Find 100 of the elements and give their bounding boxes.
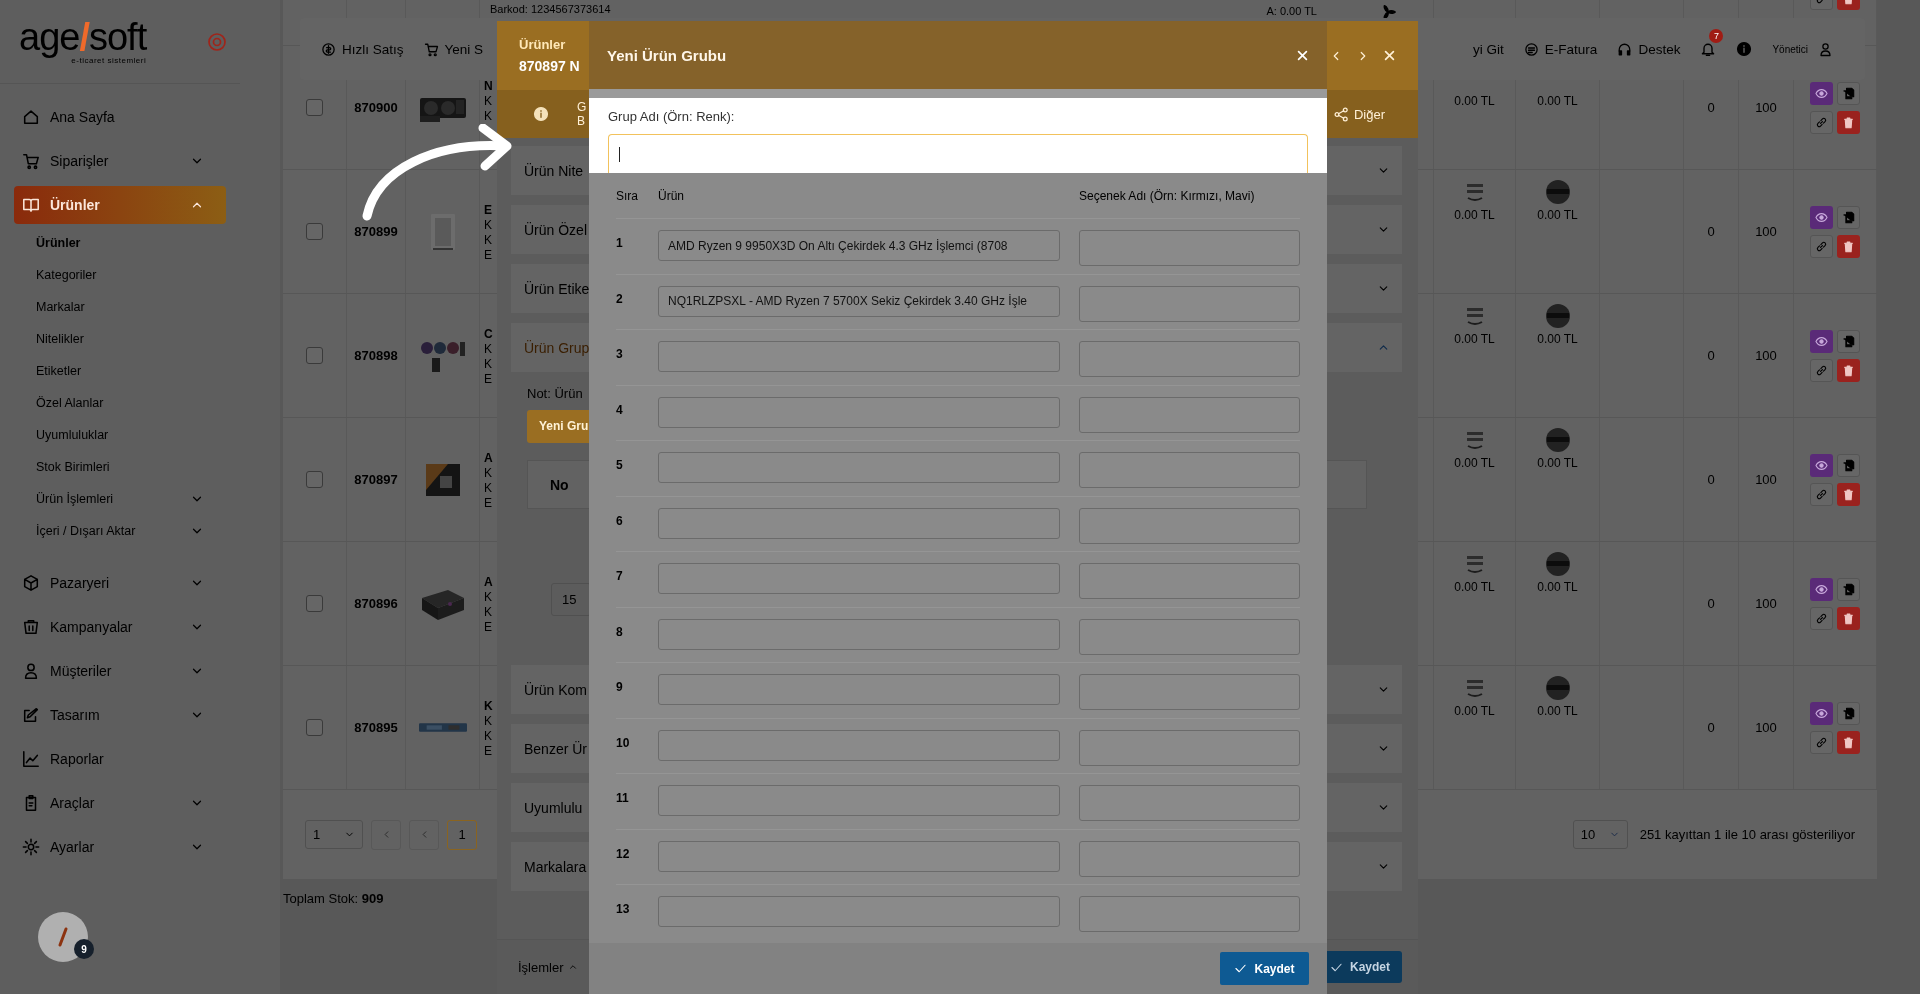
info-icon[interactable]: [1736, 41, 1753, 57]
nav-item[interactable]: Tasarım: [0, 693, 240, 737]
product-field[interactable]: [658, 563, 1060, 594]
nav-item[interactable]: Araçlar: [0, 781, 240, 825]
column-header: Ürün: [658, 188, 685, 203]
nav-item[interactable]: Müşteriler: [0, 649, 240, 693]
page-select[interactable]: 1: [305, 820, 363, 849]
row-checkbox[interactable]: [306, 347, 323, 364]
row-checkbox[interactable]: [306, 99, 323, 116]
toolbar-link[interactable]: yi Git: [1473, 41, 1504, 57]
row-checkbox[interactable]: [306, 223, 323, 240]
cart-icon: [423, 41, 439, 57]
nav-item[interactable]: Ayarlar: [0, 825, 240, 869]
link-button[interactable]: [1810, 482, 1833, 506]
delete-button[interactable]: [1837, 110, 1860, 134]
product-field[interactable]: [658, 396, 1060, 428]
option-name-field[interactable]: [1079, 285, 1300, 322]
view-button[interactable]: [1810, 701, 1833, 725]
description-text: E: [484, 744, 492, 759]
option-name-field[interactable]: [1079, 674, 1300, 710]
close-icon[interactable]: [1383, 48, 1396, 62]
submenu-item[interactable]: Kategoriler: [0, 259, 240, 291]
product-field[interactable]: AMD Ryzen 9 9950X3D On Altı Çekirdek 4.3 GHz İşlemci (8708: [658, 230, 1060, 261]
option-name-field[interactable]: [1079, 729, 1300, 766]
submenu-item[interactable]: Uyumluluklar: [0, 419, 240, 451]
nav-item[interactable]: Siparişler: [0, 139, 240, 183]
submenu-item[interactable]: Nitelikler: [0, 323, 240, 355]
view-button[interactable]: [1810, 577, 1833, 601]
product-field[interactable]: [658, 785, 1060, 816]
option-name-field[interactable]: [1079, 507, 1300, 544]
stock-count: 0: [1707, 100, 1715, 115]
nav-item[interactable]: Kampanyalar: [0, 605, 240, 649]
copy-button[interactable]: [1837, 81, 1860, 105]
option-name-field[interactable]: [1079, 618, 1300, 655]
description-text: C: [484, 327, 493, 342]
submenu-item[interactable]: Stok Birimleri: [0, 451, 240, 483]
group-name-field[interactable]: [608, 134, 1308, 173]
link-button[interactable]: [1810, 730, 1833, 754]
link-button[interactable]: [1810, 234, 1833, 258]
copy-button[interactable]: [1837, 701, 1860, 725]
copy-button[interactable]: [1837, 205, 1860, 229]
page-button[interactable]: 1: [447, 819, 477, 850]
delete-button[interactable]: [1837, 606, 1860, 630]
submenu-item[interactable]: Ürün İşlemleri: [0, 483, 240, 515]
copy-button[interactable]: [1837, 329, 1860, 353]
nav-item[interactable]: Pazaryeri: [0, 561, 240, 605]
link-button[interactable]: [1810, 358, 1833, 382]
delete-button[interactable]: [1837, 358, 1860, 382]
option-name-field[interactable]: [1079, 840, 1300, 877]
copy-button[interactable]: [1837, 577, 1860, 601]
delete-button[interactable]: [1837, 234, 1860, 258]
user-menu[interactable]: Yönetici: [1772, 41, 1833, 57]
delete-button[interactable]: [1837, 730, 1860, 754]
panel-tab[interactable]: G B: [577, 100, 587, 128]
row-checkbox[interactable]: [306, 471, 323, 488]
product-field[interactable]: [658, 341, 1060, 372]
save-button[interactable]: Kaydet: [1220, 952, 1309, 985]
submenu-item[interactable]: İçeri / Dışarı Aktar: [0, 515, 240, 547]
link-button[interactable]: [1810, 606, 1833, 630]
option-name-field[interactable]: [1079, 563, 1300, 599]
view-button[interactable]: [1810, 205, 1833, 229]
product-field[interactable]: [658, 729, 1060, 761]
view-button[interactable]: [1810, 453, 1833, 477]
page-size-select[interactable]: 10: [1572, 820, 1628, 849]
option-name-field[interactable]: [1079, 230, 1300, 266]
delete-button[interactable]: [1837, 482, 1860, 506]
copy-button[interactable]: [1837, 453, 1860, 477]
brand-logo[interactable]: age/soft: [19, 18, 147, 56]
nav-item[interactable]: Ana Sayfa: [0, 95, 240, 139]
submenu-item[interactable]: Ürünler: [0, 227, 240, 259]
nav-item[interactable]: Ürünler: [14, 186, 226, 224]
submenu-item[interactable]: Markalar: [0, 291, 240, 323]
product-field[interactable]: [658, 840, 1060, 872]
link-button[interactable]: [1810, 110, 1833, 134]
product-field[interactable]: [658, 618, 1060, 650]
view-button[interactable]: [1810, 329, 1833, 353]
option-name-field[interactable]: [1079, 341, 1300, 377]
submenu-item[interactable]: Etiketler: [0, 355, 240, 387]
product-field[interactable]: [658, 452, 1060, 483]
option-name-field[interactable]: [1079, 785, 1300, 821]
product-field[interactable]: [658, 674, 1060, 705]
row-checkbox[interactable]: [306, 719, 323, 736]
product-field[interactable]: [658, 896, 1060, 927]
toolbar-link[interactable]: Destek: [1617, 41, 1681, 57]
nav-item[interactable]: Raporlar: [0, 737, 240, 781]
option-name-field[interactable]: [1079, 452, 1300, 488]
toolbar-link[interactable]: E-Fatura: [1523, 41, 1598, 57]
option-name-field[interactable]: [1079, 396, 1300, 433]
submenu-item[interactable]: Özel Alanlar: [0, 387, 240, 419]
bell-icon[interactable]: [1700, 41, 1717, 57]
panel-tab[interactable]: Diğer: [1333, 106, 1385, 122]
product-field[interactable]: NQ1RLZPSXL - AMD Ryzen 7 5700X Sekiz Çekirdek 3.40 GHz İşle: [658, 285, 1060, 317]
option-name-field[interactable]: [1079, 896, 1300, 932]
toolbar-link[interactable]: Hızlı Satış: [321, 41, 404, 57]
close-icon[interactable]: [1296, 48, 1309, 62]
row-checkbox[interactable]: [306, 595, 323, 612]
product-field[interactable]: [658, 507, 1060, 539]
view-button[interactable]: [1810, 81, 1833, 105]
toolbar-link[interactable]: Yeni S: [423, 41, 484, 57]
actions-menu[interactable]: İşlemler: [518, 959, 578, 975]
